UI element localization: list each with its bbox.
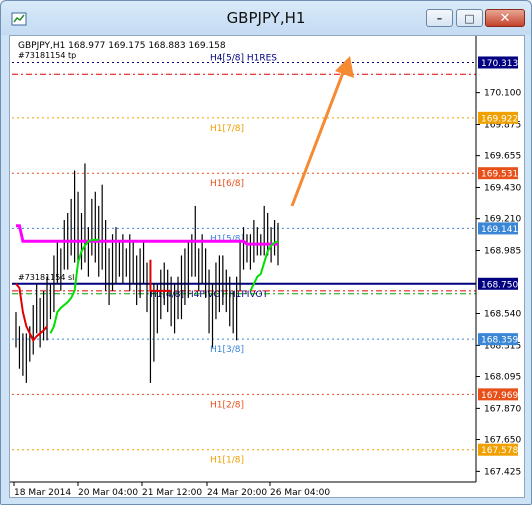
murrey-label-6: H1[2/8] [210, 400, 244, 410]
symbol-ohlc-line: GBPJPY,H1 168.977 169.175 168.883 169.15… [18, 41, 226, 51]
chart-area[interactable]: H4[5/8] H1RES H1[7/8] H1[6/8] H1[5/8] H1[4/8… [9, 35, 525, 498]
price-tag-label: 167.969 [481, 391, 518, 401]
price-tag-label: 168.750 [481, 280, 518, 290]
price-tag-label: 169.922 [481, 114, 518, 124]
y-axis-bg [476, 36, 524, 482]
forecast-arrow-shaft [290, 69, 346, 207]
red-trend-line [15, 283, 48, 343]
price-tag-label: 167.578 [481, 446, 518, 456]
murrey-label-1: H1[7/8] [210, 124, 244, 134]
close-icon: ✕ [499, 10, 511, 26]
y-tick-label: 168.540 [484, 310, 521, 320]
y-tick-label: 170.100 [484, 89, 521, 99]
murrey-label-5: H1[3/8] [210, 345, 244, 355]
murrey-label-2: H1[6/8] [210, 179, 244, 189]
minimize-button[interactable]: – [426, 9, 453, 27]
x-tick-label: 18 Mar 2014 [14, 488, 71, 497]
title-bar[interactable]: GBPJPY,H1 – □ ✕ [1, 1, 531, 35]
maximize-button[interactable]: □ [456, 9, 483, 27]
y-tick-label: 167.425 [484, 467, 521, 477]
order-sl-label: #73181154 sl [18, 273, 74, 282]
close-button[interactable]: ✕ [485, 9, 525, 27]
price-tag-label: 168.359 [481, 336, 518, 346]
murrey-label-0: H4[5/8] H1RES [210, 53, 277, 63]
chart-window: GBPJPY,H1 – □ ✕ H4[5/8] H1RES H1[7/8] H1[6… [0, 0, 532, 505]
y-tick-label: 168.985 [484, 247, 521, 257]
minimize-icon: – [436, 11, 443, 25]
x-tick-label: 21 Mar 12:00 [142, 488, 202, 497]
y-tick-label: 169.430 [484, 183, 521, 193]
x-tick-label: 24 Mar 20:00 [207, 488, 267, 497]
murrey-label-3: H1[5/8] [210, 234, 244, 244]
price-chart[interactable]: H4[5/8] H1RESH1[7/8]H1[6/8]H1[5/8]H1[4/8… [10, 36, 524, 498]
y-tick-label: 168.095 [484, 373, 521, 383]
x-tick-label: 20 Mar 04:00 [78, 488, 138, 497]
y-tick-label: 169.655 [484, 152, 521, 162]
price-tag-label: 169.531 [481, 170, 518, 180]
x-tick-label: 26 Mar 04:00 [270, 488, 330, 497]
murrey-label-7: H1[1/8] [210, 456, 244, 466]
y-tick-label: 167.870 [484, 404, 521, 414]
maximize-icon: □ [464, 11, 475, 25]
price-tag-label: 169.141 [481, 225, 518, 235]
order-tp-label: #73181154 tp [18, 51, 76, 60]
price-tag-label: 170.313 [481, 59, 518, 69]
